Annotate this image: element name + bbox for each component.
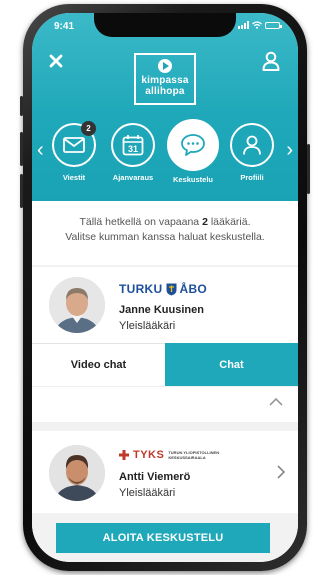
turku-logo: TURKU ÅBO [119, 282, 207, 296]
abo-text: ÅBO [179, 282, 208, 296]
availability-line-1: Tällä hetkellä on vapaana 2 lääkäriä. [32, 215, 298, 230]
nav-label-viestit: Viestit [62, 173, 86, 182]
turku-text: TURKU [119, 282, 163, 296]
logo-line-2: allihopa [145, 86, 185, 97]
info-text-before: Tällä hetkellä on vapaana [79, 216, 203, 228]
screen: 9:41 kimpassa allihopa ‹ › 2 Viestit 31 … [32, 13, 298, 562]
nav-label-profiili: Profiili [240, 173, 264, 182]
nav-prev-arrow[interactable]: ‹ [37, 140, 44, 160]
chat-mode-tabs: Video chat Chat [32, 343, 298, 386]
tyks-subtitle-2: KESKUSSAIRAALA [168, 455, 206, 460]
doctor-card-1[interactable]: TURKU ÅBO Janne Kuusinen Yleislääkäri [32, 267, 298, 343]
calendar-date: 31 [128, 144, 138, 154]
tyks-cross-icon [119, 450, 129, 460]
doctor-1-avatar [49, 277, 105, 333]
doctor-2-title: Yleislääkäri [119, 487, 176, 499]
app-logo: kimpassa allihopa [134, 53, 196, 105]
mute-switch [20, 96, 23, 116]
nav-item-ajanvaraus[interactable]: 31 Ajanvaraus [106, 123, 160, 182]
nav-label-keskustelu: Keskustelu [172, 175, 214, 184]
tyks-subtitle: TURUN YLIOPISTOLLINEN KESKUSSAIRAALA [168, 450, 219, 460]
status-icons [238, 21, 282, 29]
signal-icon [238, 21, 249, 29]
battery-icon [265, 21, 282, 29]
doctor-1-name: Janne Kuusinen [119, 304, 204, 316]
tab-video-chat[interactable]: Video chat [32, 343, 165, 386]
phone-frame: 9:41 kimpassa allihopa ‹ › 2 Viestit 31 … [20, 4, 310, 571]
tyks-logo: TYKS TURUN YLIOPISTOLLINEN KESKUSSAIRAAL… [119, 449, 219, 461]
tyks-text: TYKS [133, 449, 165, 461]
start-conversation-button[interactable]: ALOITA KESKUSTELU [56, 523, 270, 553]
nav-item-viestit[interactable]: 2 Viestit [47, 121, 101, 182]
app-header: 9:41 kimpassa allihopa ‹ › 2 Viestit 31 … [32, 13, 298, 201]
nav-circle-profiili [230, 123, 274, 167]
tab-chat[interactable]: Chat [165, 343, 298, 386]
nav-item-keskustelu[interactable]: Keskustelu [166, 119, 220, 184]
wifi-icon [252, 21, 262, 29]
profile-icon[interactable] [261, 51, 281, 71]
chevron-up-icon[interactable] [268, 397, 284, 407]
volume-up-button [20, 132, 23, 166]
logo-line-1: kimpassa [141, 75, 189, 86]
envelope-icon [63, 137, 85, 153]
volume-down-button [20, 174, 23, 208]
calendar-icon: 31 [122, 135, 144, 156]
doctor-card-2[interactable]: TYKS TURUN YLIOPISTOLLINEN KESKUSSAIRAAL… [32, 431, 298, 513]
notch [94, 13, 236, 37]
nav-item-profiili[interactable]: Profiili [225, 123, 279, 182]
play-icon [158, 59, 172, 73]
status-time: 9:41 [54, 21, 75, 32]
person-icon [243, 135, 261, 155]
doctor-2-name: Antti Viemerö [119, 471, 191, 483]
close-icon[interactable] [48, 53, 64, 69]
availability-info: Tällä hetkellä on vapaana 2 lääkäriä. Va… [32, 201, 298, 265]
turku-crest-icon [166, 283, 176, 295]
doctor-1-title: Yleislääkäri [119, 320, 176, 332]
availability-line-2: Valitse kumman kanssa haluat keskustella… [65, 231, 265, 243]
nav-label-ajanvaraus: Ajanvaraus [112, 173, 154, 182]
nav-circle-keskustelu [167, 119, 219, 171]
info-text-after: lääkäriä. [207, 216, 251, 228]
unread-badge: 2 [81, 121, 96, 136]
chat-bubble-icon [181, 134, 205, 156]
chevron-right-icon[interactable] [276, 464, 286, 480]
collapse-row[interactable] [32, 386, 298, 422]
nav-circle-viestit: 2 [52, 121, 96, 167]
nav-circle-ajanvaraus: 31 [111, 123, 155, 167]
nav-next-arrow[interactable]: › [286, 140, 293, 160]
doctor-2-avatar [49, 445, 105, 501]
power-button [307, 144, 310, 194]
